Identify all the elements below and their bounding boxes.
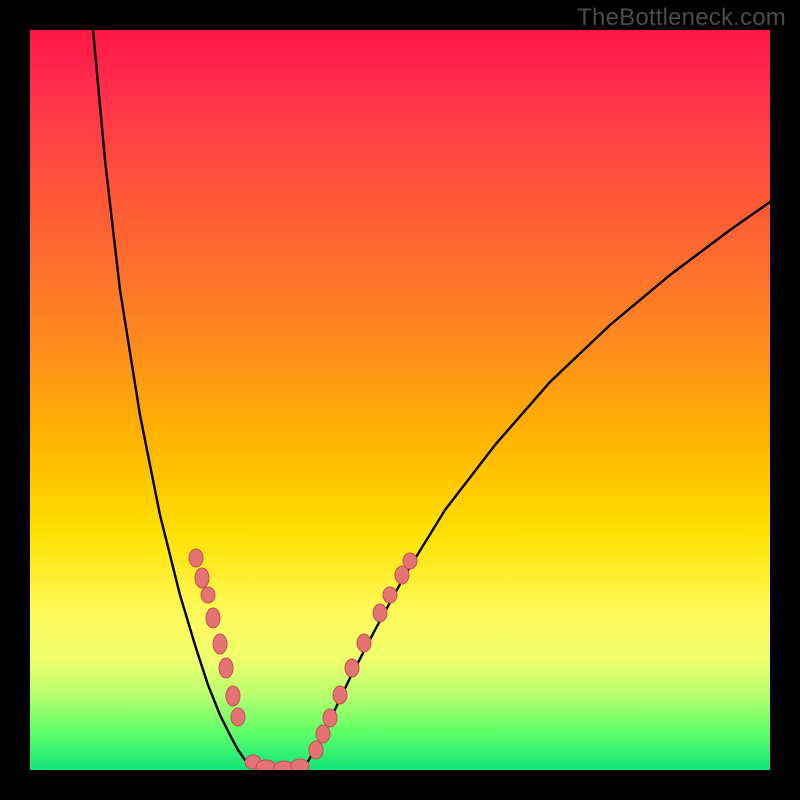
marker-dot <box>403 553 417 569</box>
marker-dot <box>206 608 220 628</box>
marker-dot <box>357 634 371 652</box>
marker-dot <box>256 760 276 770</box>
marker-dot <box>323 709 337 727</box>
marker-dot <box>316 725 330 743</box>
chart-frame: TheBottleneck.com <box>0 0 800 800</box>
marker-dot <box>213 634 227 654</box>
marker-dot <box>373 604 387 622</box>
marker-dot <box>383 587 397 603</box>
marker-dot <box>189 549 203 567</box>
curve-path <box>93 30 770 769</box>
marker-dot <box>226 686 240 706</box>
plot-area <box>30 30 770 770</box>
marker-dot <box>231 708 245 726</box>
marker-layer <box>189 549 417 770</box>
marker-dot <box>309 741 323 759</box>
marker-dot <box>345 659 359 677</box>
marker-dot <box>219 658 233 678</box>
marker-dot <box>201 587 215 603</box>
marker-dot <box>333 686 347 704</box>
watermark-label: TheBottleneck.com <box>577 4 786 32</box>
marker-dot <box>291 759 309 770</box>
marker-dot <box>195 568 209 588</box>
chart-svg <box>30 30 770 770</box>
